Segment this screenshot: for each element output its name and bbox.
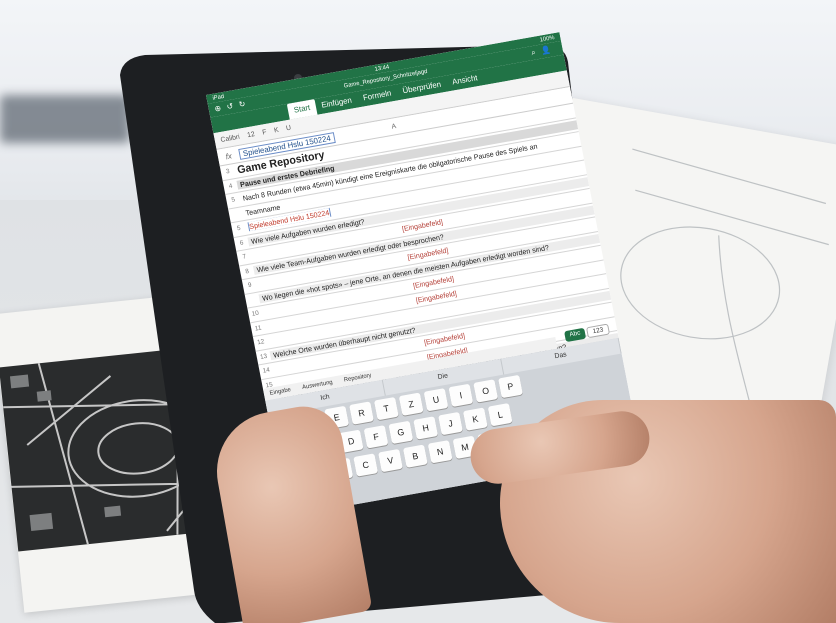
key-b[interactable]: B (402, 444, 428, 468)
row-number[interactable]: 13 (256, 352, 271, 361)
row-number[interactable]: 11 (251, 324, 266, 333)
bold-button[interactable]: F (262, 128, 267, 136)
key-z[interactable]: Z (398, 392, 424, 416)
key-h[interactable]: H (413, 416, 439, 440)
key-v[interactable]: V (378, 448, 403, 473)
key-r[interactable]: R (349, 401, 374, 425)
key-g[interactable]: G (388, 420, 414, 445)
font-selector[interactable]: Calibri (220, 133, 240, 143)
row-number[interactable]: 9 (243, 281, 258, 290)
row-number[interactable]: 5 (232, 224, 247, 233)
row-number[interactable]: 12 (254, 338, 269, 347)
key-o[interactable]: O (473, 379, 499, 403)
sheet-tab-eingabe[interactable]: Eingabe (269, 387, 291, 397)
key-f[interactable]: F (363, 425, 389, 449)
key-j[interactable]: J (438, 411, 463, 436)
fx-icon: fx (224, 150, 233, 161)
row-number[interactable]: 8 (240, 267, 255, 276)
font-size-selector[interactable]: 12 (247, 131, 256, 139)
underline-button[interactable]: U (286, 124, 292, 132)
row-number[interactable] (246, 299, 259, 301)
column-header-a[interactable]: A (391, 123, 397, 131)
row-number[interactable]: 7 (237, 253, 252, 262)
key-t[interactable]: T (373, 396, 399, 421)
row-number[interactable]: 5 (226, 196, 241, 205)
italic-button[interactable]: K (273, 126, 279, 134)
key-u[interactable]: U (423, 388, 449, 412)
row-number[interactable] (229, 213, 242, 215)
search-share-icons[interactable]: ⌕👤 (530, 44, 557, 58)
key-i[interactable]: I (448, 383, 474, 408)
row-number[interactable]: 4 (223, 182, 238, 191)
row-number[interactable]: 6 (234, 238, 249, 247)
key-c[interactable]: C (353, 453, 379, 477)
row-number[interactable]: 10 (248, 309, 263, 318)
key-l[interactable]: L (487, 403, 513, 427)
photo-scene: iPad 13:44 100% ⊕↺↻ Game_Repository_Schn… (0, 0, 836, 623)
key-n[interactable]: N (427, 440, 453, 464)
key-p[interactable]: P (498, 374, 523, 399)
key-k[interactable]: K (462, 407, 488, 431)
row-number[interactable]: 3 (220, 167, 235, 176)
row-number[interactable]: 14 (259, 366, 274, 375)
